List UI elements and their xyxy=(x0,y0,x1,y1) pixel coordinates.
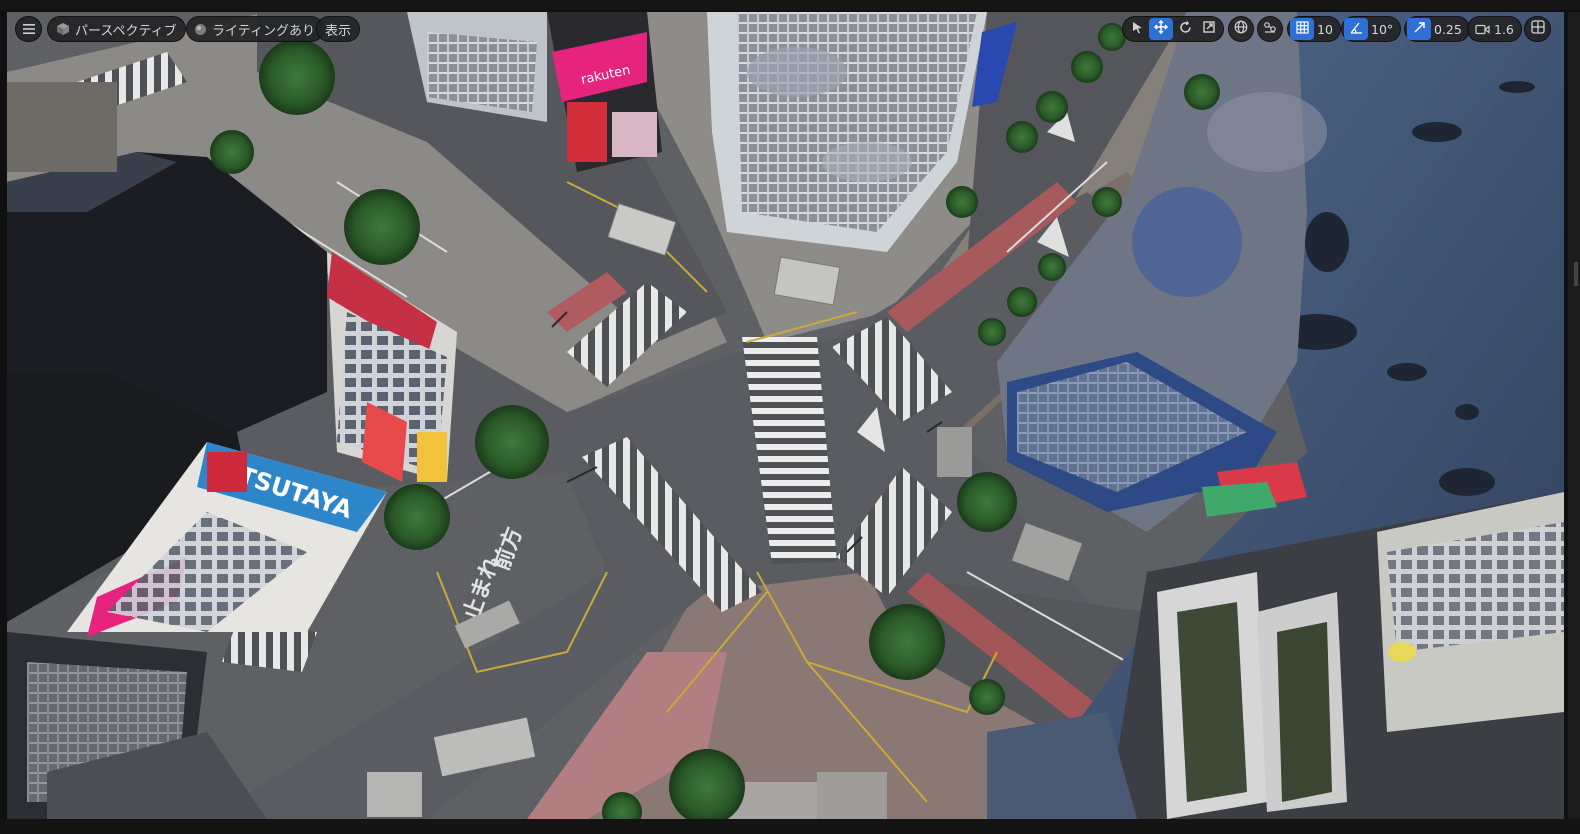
scene-render: 止まれ 前方 TSUTAYA rakuten xyxy=(7,12,1564,819)
scale-snap-icon xyxy=(1413,21,1426,38)
viewport-layout-button[interactable] xyxy=(1524,16,1551,42)
world-globe-icon xyxy=(1234,20,1248,38)
viewport-menu-button[interactable] xyxy=(15,16,42,42)
rotation-snap-toggle[interactable] xyxy=(1344,18,1368,40)
scale-icon xyxy=(1203,21,1215,37)
show-menu-button[interactable]: 表示 xyxy=(316,16,361,42)
select-arrow-icon xyxy=(1132,21,1143,38)
hamburger-icon xyxy=(22,24,35,34)
level-viewport[interactable]: 止まれ 前方 TSUTAYA rakuten パースペクティブ ライティングあり… xyxy=(7,12,1564,819)
view-mode-label: パースペクティブ xyxy=(75,23,177,39)
transform-tools-group xyxy=(1122,16,1224,42)
translate-tool-button[interactable] xyxy=(1149,18,1173,40)
lighting-mode-label: ライティングあり xyxy=(212,23,315,39)
perspective-cube-icon xyxy=(56,22,70,36)
lit-sphere-icon xyxy=(194,23,207,36)
lighting-mode-dropdown[interactable]: ライティングあり xyxy=(186,16,324,42)
angle-snap-icon xyxy=(1349,21,1363,38)
coordinate-space-button[interactable] xyxy=(1228,16,1254,42)
grid-snap-icon xyxy=(1295,20,1309,38)
right-panel-edge xyxy=(1568,12,1580,819)
rotation-snap-value[interactable]: 10° xyxy=(1368,22,1398,37)
grid-snap-toggle[interactable] xyxy=(1290,18,1314,40)
camera-speed-value: 1.6 xyxy=(1494,21,1514,37)
rotate-tool-button[interactable] xyxy=(1173,18,1197,40)
grid-snap-value[interactable]: 10 xyxy=(1314,22,1338,37)
rotate-icon xyxy=(1179,20,1192,38)
viewport-layout-icon xyxy=(1530,20,1545,38)
translate-move-icon xyxy=(1153,19,1169,38)
scale-snap-toggle[interactable] xyxy=(1407,18,1431,40)
bottom-edge xyxy=(0,819,1580,834)
show-menu-label: 表示 xyxy=(325,23,352,39)
camera-icon xyxy=(1475,24,1490,35)
scale-snap-value[interactable]: 0.25 xyxy=(1431,22,1467,37)
surface-snap-icon xyxy=(1263,20,1277,38)
rotation-snap-group: 10° xyxy=(1341,16,1402,42)
select-tool-button[interactable] xyxy=(1125,18,1149,40)
view-mode-dropdown[interactable]: パースペクティブ xyxy=(47,16,186,42)
grid-snap-group: 10 xyxy=(1287,16,1341,42)
scale-tool-button[interactable] xyxy=(1197,18,1221,40)
surface-snap-button[interactable] xyxy=(1257,16,1283,42)
camera-speed-button[interactable]: 1.6 xyxy=(1467,16,1522,42)
scale-snap-group: 0.25 xyxy=(1404,16,1470,42)
splitter-handle[interactable] xyxy=(1574,262,1578,286)
